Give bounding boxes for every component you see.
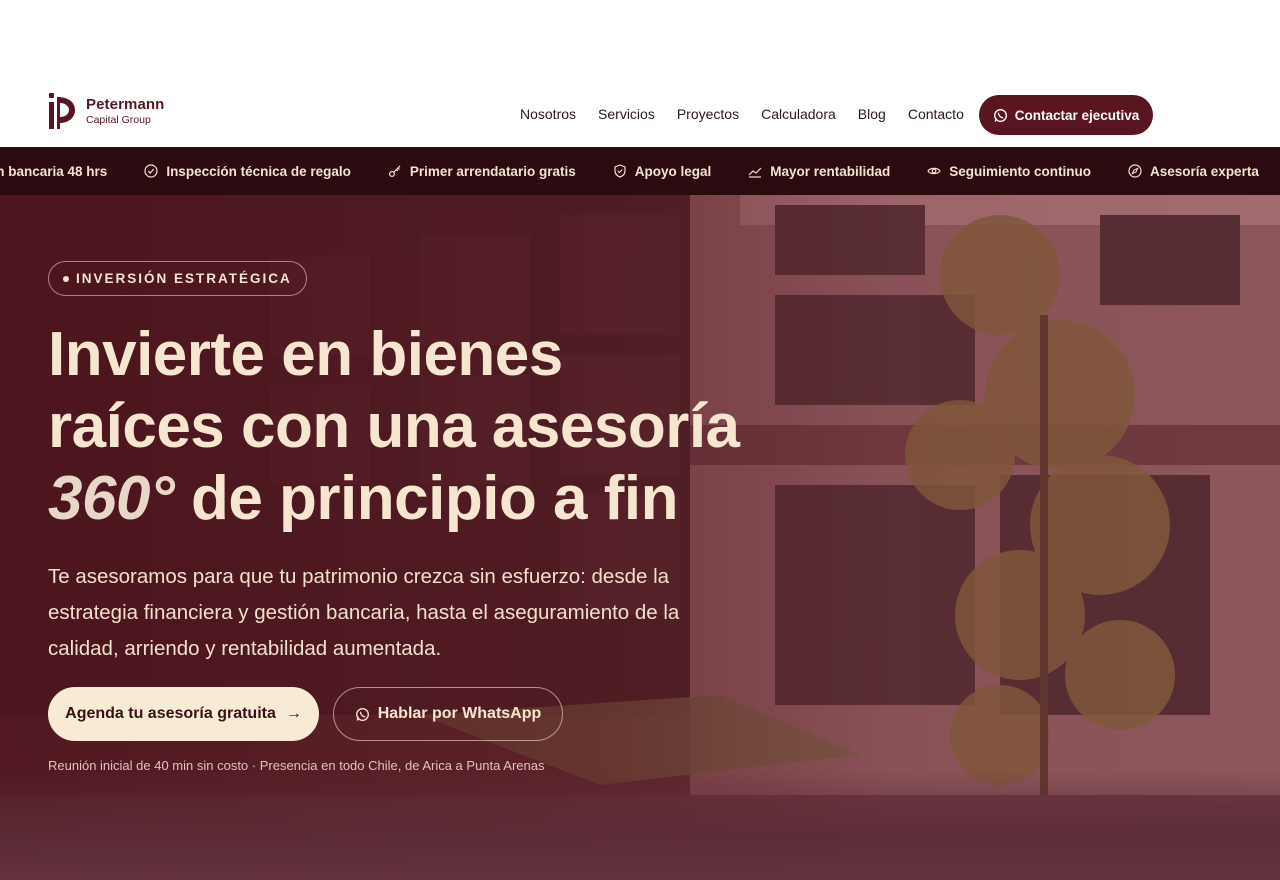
- hero-lead: Te asesoramos para que tu patrimonio cre…: [48, 565, 680, 660]
- nav-link-servicios[interactable]: Servicios: [598, 106, 655, 122]
- ticker-item-legal: Apoyo legal: [613, 163, 712, 179]
- brand-name: Petermann: [86, 95, 165, 113]
- key-icon: [388, 165, 401, 178]
- whatsapp-button[interactable]: Hablar por WhatsApp: [333, 687, 563, 741]
- ticker-label: Mayor rentabilidad: [770, 163, 891, 179]
- nav-link-calculadora[interactable]: Calculadora: [761, 106, 836, 122]
- hero-title-line1: Invierte en bienes: [48, 320, 563, 389]
- whatsapp-icon: [355, 707, 369, 721]
- ticker-label: Apoyo legal: [634, 163, 712, 179]
- contact-executive-button[interactable]: Contactar ejecutiva: [979, 95, 1153, 135]
- nav-link-nosotros[interactable]: Nosotros: [520, 106, 576, 122]
- contact-executive-label: Contactar ejecutiva: [1014, 107, 1140, 123]
- ticker-label: ón bancaria 48 hrs: [0, 163, 108, 179]
- arrow-right-icon: →: [285, 705, 302, 722]
- whatsapp-button-label: Hablar por WhatsApp: [377, 705, 542, 722]
- hero-title-line2: raíces con una asesoría: [48, 392, 740, 461]
- trend-up-icon: [748, 167, 762, 178]
- nav-link-contacto[interactable]: Contacto: [908, 106, 964, 122]
- brand-subtitle: Capital Group: [86, 113, 151, 126]
- hero-title-accent: 360°: [48, 464, 175, 533]
- ticker-item-tracking: Seguimiento continuo: [927, 164, 1091, 179]
- main-nav: Nosotros Servicios Proyectos Calculadora…: [520, 80, 964, 147]
- hero-section: INVERSIÓN ESTRATÉGICA Invierte en bienes…: [0, 195, 1280, 880]
- ticker-label: Seguimiento continuo: [949, 163, 1092, 179]
- ticker-label: Asesoría experta: [1150, 163, 1259, 179]
- ticker-item-profit: Mayor rentabilidad: [748, 164, 890, 179]
- whatsapp-icon: [993, 108, 1007, 122]
- strategy-badge: INVERSIÓN ESTRATÉGICA: [48, 261, 307, 296]
- hero-note: Reunión inicial de 40 min sin costo · Pr…: [48, 758, 545, 773]
- ticker-label: Inspección técnica de regalo: [166, 163, 351, 179]
- badge-dot-icon: [63, 275, 69, 282]
- ticker-item-inspection: Inspección técnica de regalo: [144, 164, 351, 179]
- ticker-item-expert: Asesoría experta: [1128, 164, 1259, 179]
- nav-link-blog[interactable]: Blog: [858, 106, 886, 122]
- shield-icon: [614, 164, 626, 178]
- hero-bottom-fade: [0, 770, 1280, 880]
- check-circle-icon: [144, 164, 158, 178]
- site-header: Petermann Capital Group Nosotros Servici…: [0, 80, 1280, 147]
- ticker-item-tenant: Primer arrendatario gratis: [388, 164, 576, 179]
- ticker-item-bank: ón bancaria 48 hrs: [0, 164, 107, 179]
- schedule-consultation-button[interactable]: Agenda tu asesoría gratuita →: [48, 687, 319, 741]
- hero-title-line3: de principio a fin: [174, 464, 679, 533]
- nav-link-proyectos[interactable]: Proyectos: [677, 106, 739, 122]
- badge-label: INVERSIÓN ESTRATÉGICA: [76, 271, 292, 286]
- compass-icon: [1128, 164, 1142, 178]
- hero-title: Invierte en bienes raíces con una asesor…: [48, 319, 748, 535]
- brand-logo[interactable]: Petermann Capital Group: [48, 91, 164, 131]
- logo-mark-icon: [49, 93, 75, 129]
- ticker-label: Primer arrendatario gratis: [409, 163, 576, 179]
- schedule-consultation-label: Agenda tu asesoría gratuita: [65, 705, 276, 722]
- ticker-track: ón bancaria 48 hrs Inspección técnica de…: [0, 147, 1280, 195]
- benefits-ticker: ón bancaria 48 hrs Inspección técnica de…: [0, 147, 1280, 195]
- eye-icon: [927, 167, 941, 175]
